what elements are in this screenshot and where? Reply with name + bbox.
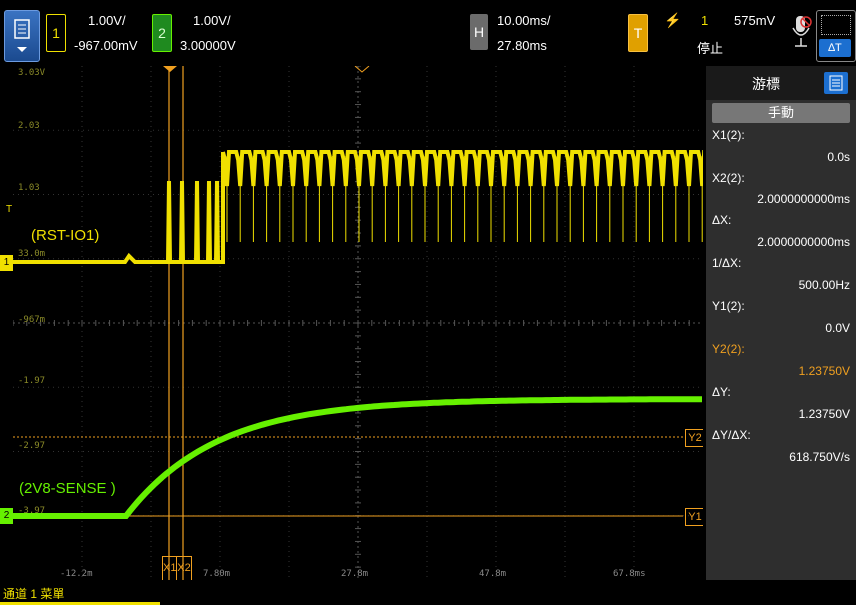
delay-marker <box>163 66 177 72</box>
microphone-icon[interactable] <box>790 12 812 57</box>
panel-menu-button[interactable] <box>824 72 848 94</box>
cursor-mode-button[interactable]: 手動 <box>712 103 850 123</box>
cursor-y2-tag[interactable]: Y2 <box>685 429 703 447</box>
panel-title: 游標 <box>752 76 780 92</box>
inv-dx-label: 1/ΔX: <box>712 256 742 270</box>
cursor-y1-tag[interactable]: Y1 <box>685 508 703 526</box>
y-tick-label: -3.97 <box>18 506 46 516</box>
x2-value: 2.0000000000ms <box>757 192 850 206</box>
run-status: 停止 <box>697 41 724 56</box>
time-delay: 27.80ms <box>497 38 547 53</box>
top-bar: 1 1.00V/ -967.00mV 2 1.00V/ 3.00000V H 1… <box>0 0 856 66</box>
dy-label: ΔY: <box>712 385 731 399</box>
trigger-level-marker[interactable]: T <box>6 204 12 215</box>
ch1-label: (RST-IO1) <box>31 227 100 244</box>
inv-dx-value: 500.00Hz <box>798 278 850 292</box>
trigger-source: 1 <box>701 13 709 28</box>
touch-toggle-button[interactable]: ∆T <box>816 10 856 62</box>
main-menu-button[interactable] <box>4 10 40 62</box>
cursor-panel: 游標 手動 X1(2): 0.0s X2(2): 2.0000000000ms … <box>706 66 856 580</box>
trigger-time-marker <box>354 66 370 73</box>
trigger-edge-icon: ⚡ <box>664 12 682 28</box>
trigger-button[interactable]: T <box>628 14 648 52</box>
ch2-label: (2V8-SENSE ) <box>19 480 116 497</box>
x-tick-label: 27.8m <box>341 569 369 579</box>
list-icon <box>829 75 843 91</box>
cursor-x2-tag[interactable]: X2 <box>176 556 192 580</box>
dydx-value: 618.750V/s <box>789 450 850 464</box>
ch2-button[interactable]: 2 <box>152 14 172 52</box>
dy-value: 1.23750V <box>798 407 850 421</box>
ch2-offset: 3.00000V <box>180 38 236 53</box>
ch1-ground-marker[interactable]: 1 <box>0 255 13 271</box>
menu-icon <box>14 19 30 52</box>
ch2-scale: 1.00V/ <box>193 13 231 28</box>
ch1-offset: -967.00mV <box>74 38 138 53</box>
y-tick-label: 3.03V <box>18 68 46 78</box>
trigger-level: 575mV <box>734 13 776 28</box>
graticule <box>13 66 703 580</box>
y-tick-label: -1.97 <box>18 376 46 386</box>
ch2-ground-marker[interactable]: 2 <box>0 508 13 524</box>
x-tick-label: 7.80m <box>203 569 231 579</box>
x2-label: X2(2): <box>712 171 745 185</box>
y2-value: 1.23750V <box>798 364 850 378</box>
dydx-label: ΔY/ΔX: <box>712 428 751 442</box>
y-tick-label: 1.03 <box>18 183 40 193</box>
ch1-trace-periodic <box>221 150 703 187</box>
y1-label: Y1(2): <box>712 299 745 313</box>
time-scale: 10.00ms/ <box>497 13 551 28</box>
y-tick-label: 33.0m <box>18 249 46 259</box>
x1-label: X1(2): <box>712 128 745 142</box>
y-tick-label: 2.03 <box>18 121 40 131</box>
status-text: 通道 1 菜單 <box>3 587 65 601</box>
y-tick-label: -2.97 <box>18 441 46 451</box>
dx-label: ΔX: <box>712 213 732 227</box>
cursor-delta-icon: ∆T <box>819 39 851 57</box>
x-tick-label: 47.8m <box>479 569 507 579</box>
ch1-trace <box>13 152 225 264</box>
y1-value: 0.0V <box>825 321 850 335</box>
dx-value: 2.0000000000ms <box>757 235 850 249</box>
y-tick-label: -967m <box>18 315 46 325</box>
y2-label: Y2(2): <box>712 342 745 356</box>
x-tick-label: 67.8ms <box>613 569 646 579</box>
status-bar: 通道 1 菜單 <box>0 582 856 605</box>
x1-value: 0.0s <box>827 150 850 164</box>
ch1-scale: 1.00V/ <box>88 13 126 28</box>
cursor-x1-tag[interactable]: X1 <box>162 556 177 580</box>
x-tick-label: -12.2m <box>60 569 93 579</box>
ch1-button[interactable]: 1 <box>46 14 66 52</box>
waveform-display[interactable]: 3.03V 2.03 1.03 33.0m -967m -1.97 -2.97 … <box>13 66 703 580</box>
horizontal-button[interactable]: H <box>470 14 488 50</box>
